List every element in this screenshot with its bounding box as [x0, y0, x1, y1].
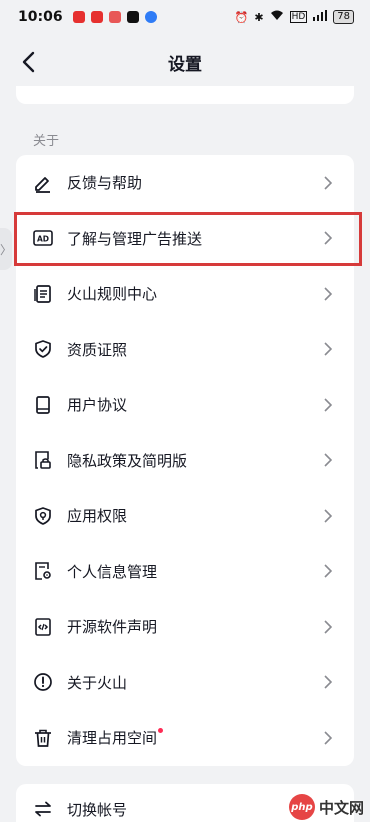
- settings-item-label: 个人信息管理: [67, 562, 158, 581]
- settings-item-personal-info[interactable]: 个人信息管理: [16, 544, 354, 600]
- settings-item-label: 应用权限: [67, 507, 128, 526]
- settings-item-label: 火山规则中心: [67, 285, 158, 304]
- shield-check-icon: [32, 338, 54, 360]
- hd-icon: HD: [289, 11, 308, 23]
- watermark-text: 中文网: [318, 798, 364, 817]
- back-button[interactable]: [14, 48, 42, 76]
- chevron-right-icon: [324, 675, 336, 689]
- doc-gear-icon: [32, 560, 54, 582]
- wifi-icon: [270, 10, 284, 24]
- switch-icon: [32, 798, 54, 820]
- chevron-left-icon: [22, 51, 35, 73]
- watermark-logo: php 中文网: [288, 794, 364, 820]
- side-drawer-handle[interactable]: 〉: [0, 228, 12, 270]
- settings-item-label: 用户协议: [67, 396, 128, 415]
- status-right: ⏰ ✱ HD 78: [235, 10, 354, 24]
- settings-item-qualifications[interactable]: 资质证照: [16, 322, 354, 378]
- settings-item-clear-storage[interactable]: 清理占用空间: [16, 710, 354, 766]
- chevron-right-icon: [324, 398, 336, 412]
- page-title: 设置: [168, 54, 202, 75]
- pencil-icon: [32, 172, 54, 194]
- battery-icon: 78: [333, 10, 354, 24]
- settings-item-ad-management[interactable]: AD 了解与管理广告推送: [16, 211, 354, 267]
- chevron-right-icon: [324, 620, 336, 634]
- settings-item-label: 了解与管理广告推送: [67, 229, 203, 248]
- settings-item-label: 清理占用空间: [67, 729, 158, 748]
- rules-doc-icon: [32, 283, 54, 305]
- ad-icon: AD: [32, 227, 54, 249]
- book-icon: [32, 394, 54, 416]
- settings-item-open-source[interactable]: 开源软件声明: [16, 599, 354, 655]
- chevron-right-small-icon: 〉: [0, 242, 13, 257]
- app-notification-icon: [144, 11, 157, 23]
- section-label-about: 关于: [33, 134, 60, 149]
- settings-item-label: 隐私政策及简明版: [67, 451, 188, 470]
- app-notification-icon: [90, 11, 103, 23]
- header: 设置: [0, 40, 370, 84]
- settings-item-app-permissions[interactable]: 应用权限: [16, 488, 354, 544]
- notification-badge: [158, 728, 164, 734]
- chevron-right-icon: [324, 287, 336, 301]
- settings-item-rules-center[interactable]: 火山规则中心: [16, 266, 354, 322]
- svg-text:AD: AD: [37, 235, 49, 244]
- status-bar: 10:06 ⏰ ✱ HD 78: [0, 0, 370, 34]
- app-notification-icon: [108, 11, 121, 23]
- chevron-right-icon: [324, 731, 336, 745]
- settings-item-feedback-help[interactable]: 反馈与帮助: [16, 155, 354, 211]
- code-doc-icon: [32, 616, 54, 638]
- settings-item-label: 切换帐号: [67, 800, 128, 819]
- settings-item-label: 开源软件声明: [67, 618, 158, 637]
- about-settings-card: 反馈与帮助 AD 了解与管理广告推送 火山规则中心 资质证照 用户协议 隐私政策…: [16, 155, 354, 766]
- alarm-icon: ⏰: [234, 10, 249, 24]
- shield-pin-icon: [32, 505, 54, 527]
- previous-section-card: [16, 86, 354, 104]
- chevron-right-icon: [324, 509, 336, 523]
- settings-item-label: 资质证照: [67, 340, 128, 359]
- signal-icon: [313, 10, 328, 24]
- chevron-right-icon: [324, 564, 336, 578]
- settings-item-about[interactable]: 关于火山: [16, 655, 354, 711]
- chevron-right-icon: [324, 342, 336, 356]
- bluetooth-icon: ✱: [254, 10, 264, 24]
- settings-item-user-agreement[interactable]: 用户协议: [16, 377, 354, 433]
- trash-icon: [32, 727, 54, 749]
- chevron-right-icon: [324, 231, 336, 245]
- status-app-icons: [72, 11, 157, 23]
- tiktok-app-icon: [126, 11, 139, 23]
- settings-item-privacy-policy[interactable]: 隐私政策及简明版: [16, 433, 354, 489]
- info-circle-icon: [32, 671, 54, 693]
- lock-doc-icon: [32, 449, 54, 471]
- settings-item-label: 反馈与帮助: [67, 174, 143, 193]
- weibo-app-icon: [72, 11, 85, 23]
- status-time: 10:06: [18, 9, 63, 25]
- chevron-right-icon: [324, 176, 336, 190]
- chevron-right-icon: [324, 453, 336, 467]
- settings-item-label: 关于火山: [67, 673, 128, 692]
- watermark-logo-badge: php: [288, 794, 315, 820]
